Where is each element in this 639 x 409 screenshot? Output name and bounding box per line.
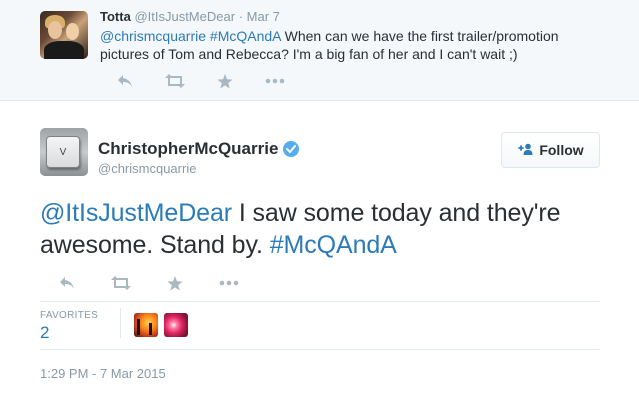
favoriter-avatar[interactable]: [134, 313, 158, 337]
favorites-label: FAVORITES: [40, 310, 99, 321]
hashtag-link[interactable]: #McQAndA: [210, 28, 281, 44]
retweet-icon[interactable]: [150, 72, 200, 90]
reply-header: Totta @ItIsJustMeDear · Mar 7: [100, 9, 280, 24]
retweet-icon[interactable]: [94, 274, 148, 292]
divider: [40, 349, 600, 350]
author-name[interactable]: ChristopherMcQuarrie: [98, 139, 278, 159]
reply-date[interactable]: Mar 7: [247, 9, 280, 24]
tweet-timestamp[interactable]: 1:29 PM - 7 Mar 2015: [40, 366, 166, 381]
mention-link[interactable]: @ItIsJustMeDear: [40, 199, 232, 227]
palm-silhouette: [137, 319, 140, 335]
keyboard-key-image: V: [46, 136, 80, 168]
more-dots-icon[interactable]: [202, 274, 256, 292]
add-user-icon: [517, 142, 533, 158]
follow-label: Follow: [539, 142, 584, 158]
author-name-row: ChristopherMcQuarrie: [98, 139, 300, 159]
favorites-separator: [120, 308, 121, 338]
key-letter: V: [59, 146, 67, 158]
favoriter-avatar[interactable]: [164, 313, 188, 337]
follow-button[interactable]: Follow: [501, 132, 600, 168]
main-action-bar: [40, 274, 256, 292]
reply-icon[interactable]: [100, 72, 150, 90]
divider: [40, 301, 600, 302]
avatar[interactable]: V: [40, 128, 88, 176]
favorites-count[interactable]: 2: [40, 323, 49, 343]
hashtag-link[interactable]: #McQAndA: [270, 231, 397, 259]
favorite-star-icon[interactable]: [200, 72, 250, 90]
verified-badge-icon: [283, 141, 300, 157]
author-handle[interactable]: @chrismcquarrie: [98, 161, 196, 176]
reply-author-handle[interactable]: @ItIsJustMeDear: [134, 9, 235, 24]
reply-action-bar: [100, 72, 300, 90]
separator-dot: ·: [238, 9, 244, 24]
mention-link[interactable]: @chrismcquarrie: [100, 28, 206, 44]
main-tweet-text: @ItIsJustMeDear I saw some today and the…: [40, 197, 610, 261]
avatar[interactable]: [40, 11, 88, 59]
favorite-star-icon[interactable]: [148, 274, 202, 292]
avatar-face-shape: [66, 23, 79, 40]
reply-tweet[interactable]: Totta @ItIsJustMeDear · Mar 7 @chrismcqu…: [0, 0, 639, 101]
reply-author-name[interactable]: Totta: [100, 9, 131, 24]
avatar-dress-shape: [44, 41, 84, 59]
reply-tweet-text: @chrismcquarrie #McQAndA When can we hav…: [100, 27, 600, 63]
more-dots-icon[interactable]: [250, 72, 300, 90]
avatar-face-shape: [48, 21, 62, 39]
palm-silhouette: [149, 323, 152, 335]
reply-icon[interactable]: [40, 274, 94, 292]
